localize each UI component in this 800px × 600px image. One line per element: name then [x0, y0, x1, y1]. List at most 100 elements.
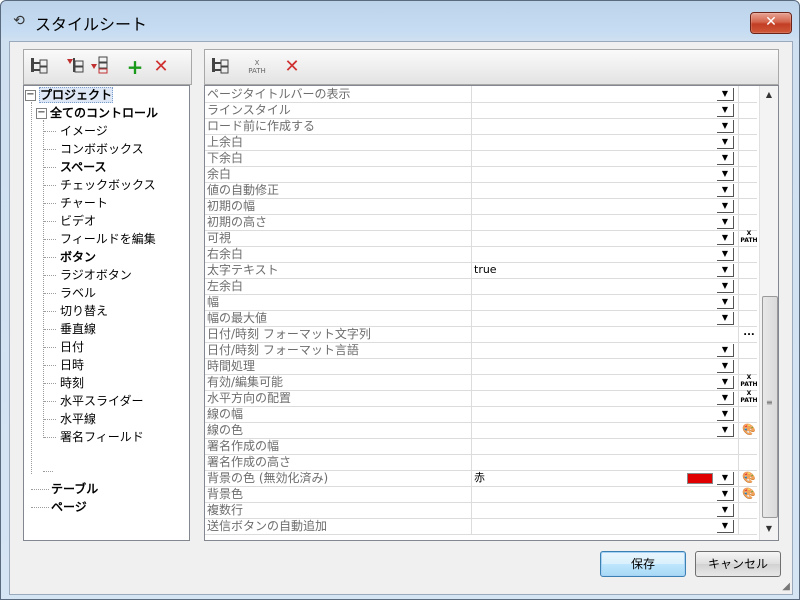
tree-item-control[interactable]: 切り替え — [60, 302, 108, 320]
tree-item-control[interactable]: チャート — [60, 194, 108, 212]
property-value[interactable] — [474, 390, 674, 406]
property-row[interactable]: 日付/時刻 フォーマット文字列... — [205, 326, 757, 343]
dropdown-arrow-icon[interactable]: ▼ — [717, 472, 734, 485]
delete-icon[interactable]: ✕ — [281, 56, 303, 78]
property-row[interactable]: 送信ボタンの自動追加 ▼ — [205, 518, 757, 535]
palette-icon[interactable]: 🎨 — [740, 422, 758, 438]
append-node-icon[interactable] — [88, 56, 110, 78]
property-value[interactable] — [474, 294, 674, 310]
tree-item-control[interactable]: 日時 — [60, 356, 84, 374]
scroll-thumb[interactable]: ≡ — [762, 296, 778, 518]
property-row[interactable]: 初期の幅 ▼ — [205, 198, 757, 215]
dropdown-arrow-icon[interactable]: ▼ — [717, 248, 734, 261]
insert-node-icon[interactable] — [64, 56, 86, 78]
dropdown-arrow-icon[interactable]: ▼ — [717, 424, 734, 437]
property-value[interactable] — [474, 326, 674, 342]
property-value[interactable] — [474, 118, 674, 134]
dropdown-arrow-icon[interactable]: ▼ — [717, 312, 734, 325]
property-row[interactable]: ロード前に作成する ▼ — [205, 118, 757, 135]
property-row[interactable]: 水平方向の配置 ▼ X PATH — [205, 390, 758, 407]
property-value[interactable]: true — [474, 262, 674, 278]
tree-item-control[interactable]: 水平スライダー — [60, 392, 144, 410]
property-row[interactable]: 背景色 ▼ 🎨 — [205, 486, 757, 503]
property-row[interactable]: 複数行 ▼ — [205, 502, 757, 519]
property-row[interactable]: 線の幅 ▼ — [205, 406, 757, 423]
property-value[interactable] — [474, 230, 674, 246]
property-value[interactable] — [474, 438, 674, 454]
tree-item-control[interactable]: ラベル — [60, 284, 96, 302]
property-row[interactable]: 時間処理 ▼ — [205, 358, 757, 375]
property-row[interactable]: 余白 ▼ — [205, 166, 757, 183]
property-row[interactable]: ページタイトルバーの表示 ▼ — [205, 86, 757, 103]
resize-grip-icon[interactable]: ◢ — [782, 581, 790, 592]
add-icon[interactable]: + — [124, 56, 146, 78]
property-value[interactable] — [474, 422, 674, 438]
tree-item-control[interactable]: ボタン — [60, 248, 96, 266]
property-value[interactable] — [474, 214, 674, 230]
ellipsis-button[interactable]: ... — [740, 326, 758, 342]
dropdown-arrow-icon[interactable]: ▼ — [717, 168, 734, 181]
property-row[interactable]: 初期の高さ ▼ — [205, 214, 757, 231]
property-value[interactable] — [474, 102, 674, 118]
property-value[interactable] — [474, 278, 674, 294]
property-row[interactable]: ラインスタイル ▼ — [205, 102, 757, 119]
collapse-icon[interactable]: − — [36, 108, 47, 119]
dropdown-arrow-icon[interactable]: ▼ — [717, 200, 734, 213]
tree-item-control[interactable]: フィールドを編集 — [60, 230, 156, 248]
tree-view-icon[interactable] — [28, 56, 50, 78]
tree-item-control[interactable]: ラジオボタン — [60, 266, 132, 284]
property-value[interactable] — [474, 486, 674, 502]
dropdown-arrow-icon[interactable]: ▼ — [717, 344, 734, 357]
property-value[interactable] — [474, 518, 674, 534]
scroll-down-icon[interactable]: ▼ — [762, 522, 776, 536]
vertical-scrollbar[interactable]: ▲ ≡ ▼ — [759, 86, 778, 540]
property-row[interactable]: 下余白 ▼ — [205, 150, 757, 167]
dropdown-arrow-icon[interactable]: ▼ — [717, 520, 734, 533]
dropdown-arrow-icon[interactable]: ▼ — [717, 488, 734, 501]
property-row[interactable]: 署名作成の幅 — [205, 438, 757, 455]
property-value[interactable] — [474, 182, 674, 198]
property-value[interactable] — [474, 310, 674, 326]
dropdown-arrow-icon[interactable]: ▼ — [717, 360, 734, 373]
property-value[interactable] — [474, 86, 674, 102]
property-row[interactable]: 背景の色 (無効化済み) 赤 ▼ 🎨 — [205, 470, 757, 487]
dropdown-arrow-icon[interactable]: ▼ — [717, 152, 734, 165]
property-value[interactable] — [474, 342, 674, 358]
dropdown-arrow-icon[interactable]: ▼ — [717, 184, 734, 197]
dropdown-arrow-icon[interactable]: ▼ — [717, 376, 734, 389]
property-value[interactable] — [474, 150, 674, 166]
title-bar[interactable]: ⟲ スタイルシート ✕ — [1, 1, 799, 41]
property-value[interactable] — [474, 134, 674, 150]
delete-icon[interactable]: ✕ — [150, 56, 172, 78]
property-value[interactable] — [474, 246, 674, 262]
property-value[interactable] — [474, 454, 674, 470]
property-row[interactable]: 幅 ▼ — [205, 294, 757, 311]
dropdown-arrow-icon[interactable]: ▼ — [717, 88, 734, 101]
property-row[interactable]: 太字テキスト true ▼ — [205, 262, 757, 279]
palette-icon[interactable]: 🎨 — [740, 486, 758, 502]
dropdown-arrow-icon[interactable]: ▼ — [717, 216, 734, 229]
property-row[interactable]: 上余白 ▼ — [205, 134, 757, 151]
property-row[interactable]: 幅の最大値 ▼ — [205, 310, 757, 327]
property-row[interactable]: 値の自動修正 ▼ — [205, 182, 757, 199]
dropdown-arrow-icon[interactable]: ▼ — [717, 280, 734, 293]
tree-item-project[interactable]: − プロジェクト — [25, 86, 114, 104]
dropdown-arrow-icon[interactable]: ▼ — [717, 296, 734, 309]
tree-item-control[interactable]: 垂直線 — [60, 320, 96, 338]
dropdown-arrow-icon[interactable]: ▼ — [717, 264, 734, 277]
scroll-up-icon[interactable]: ▲ — [762, 88, 776, 102]
tree-item-control[interactable]: コンボボックス — [60, 140, 144, 158]
tree-item-control[interactable]: 水平線 — [60, 410, 96, 428]
palette-icon[interactable]: 🎨 — [740, 470, 758, 486]
property-value[interactable] — [474, 198, 674, 214]
save-button[interactable]: 保存 — [600, 551, 686, 577]
property-value[interactable] — [474, 374, 674, 390]
dropdown-arrow-icon[interactable]: ▼ — [717, 104, 734, 117]
xpath-icon[interactable]: X PATH — [740, 374, 758, 390]
property-row[interactable]: 有効/編集可能 ▼ X PATH — [205, 374, 758, 391]
dropdown-arrow-icon[interactable]: ▼ — [717, 408, 734, 421]
property-value[interactable] — [474, 406, 674, 422]
tree-item-control[interactable]: 日付 — [60, 338, 84, 356]
tree-item-control[interactable]: ビデオ — [60, 212, 96, 230]
property-row[interactable]: 左余白 ▼ — [205, 278, 757, 295]
